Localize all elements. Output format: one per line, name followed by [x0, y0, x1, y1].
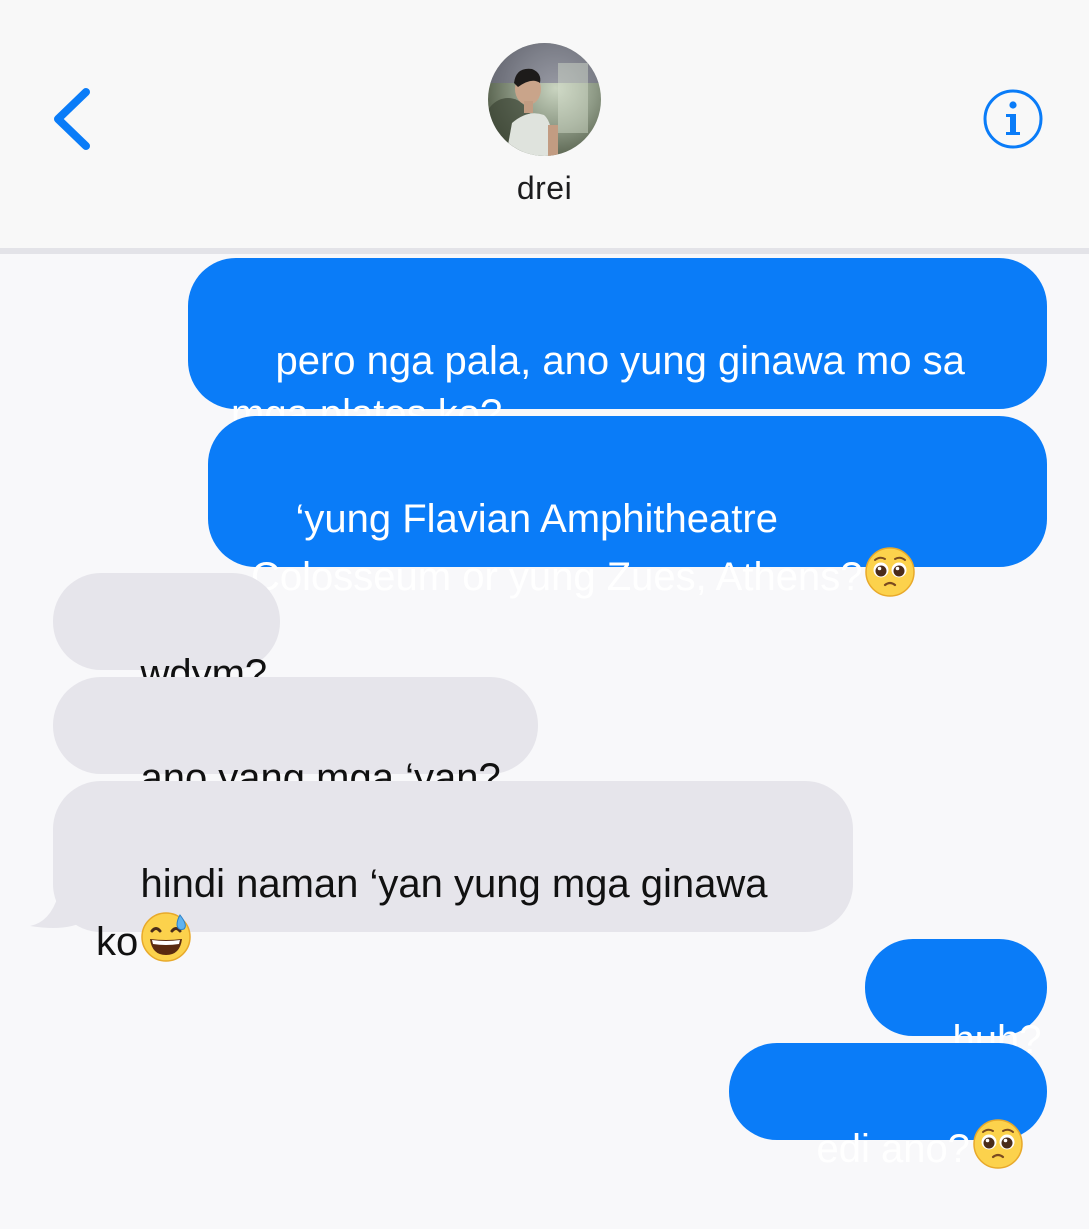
back-button[interactable]	[48, 84, 98, 154]
info-circle-icon	[983, 89, 1043, 149]
grinning-sweat-face-emoji	[141, 912, 191, 962]
contact-avatar[interactable]	[488, 43, 601, 156]
message-bubble-sent[interactable]: edi ano?	[729, 1043, 1047, 1171]
message-bubble-received[interactable]: wdym?	[53, 573, 280, 696]
message-bubble-sent[interactable]: huh?	[865, 939, 1047, 1062]
message-bubble-sent[interactable]: ‘yung Flavian Amphitheatre Colosseum or …	[208, 416, 1047, 599]
avatar-photo	[488, 43, 601, 156]
conversation-header: drei	[0, 0, 1089, 254]
pleading-face-emoji	[865, 547, 916, 597]
message-text: hindi naman ‘yan yung mga ginawa ko	[96, 862, 768, 964]
message-thread[interactable]: pero nga pala, ano yung ginawa mo sa mga…	[0, 254, 1089, 1200]
chevron-left-icon	[54, 88, 90, 150]
message-bubble-sent[interactable]: pero nga pala, ano yung ginawa mo sa mga…	[188, 258, 1047, 436]
message-text: ‘yung Flavian Amphitheatre Colosseum or …	[251, 497, 863, 599]
message-bubble-received[interactable]: ano yang mga ‘yan?	[53, 677, 538, 800]
pleading-face-emoji	[973, 1119, 1023, 1169]
info-button[interactable]	[982, 88, 1044, 150]
message-bubble-received[interactable]: hindi naman ‘yan yung mga ginawa ko	[53, 781, 853, 964]
contact-name[interactable]: drei	[0, 170, 1089, 207]
message-text: edi ano?	[816, 1127, 970, 1171]
